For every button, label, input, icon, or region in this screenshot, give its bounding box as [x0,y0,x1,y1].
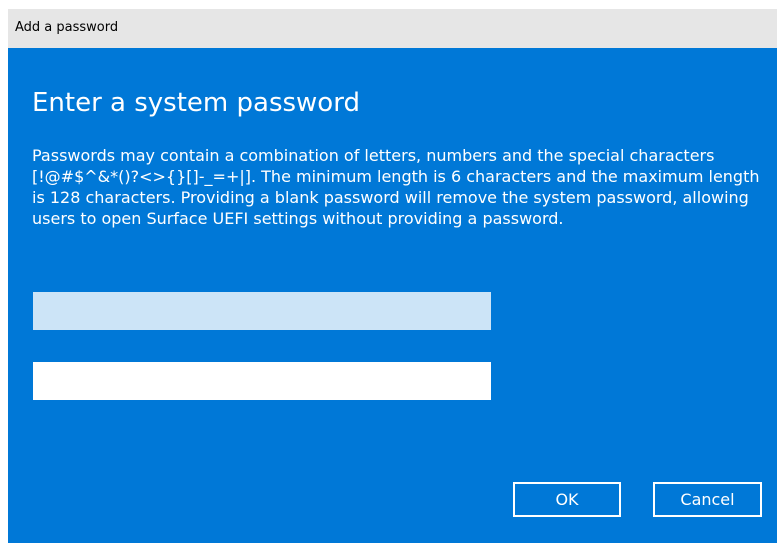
dialog-body: Enter a system password Passwords may co… [8,48,777,543]
window-title: Add a password [15,20,119,35]
title-bar[interactable]: Add a password [8,9,777,48]
dialog-heading: Enter a system password [32,88,360,118]
password-rules-text: Passwords may contain a combination of l… [32,146,760,228]
confirm-password-input[interactable] [33,362,491,400]
ok-button[interactable]: OK [513,482,621,517]
add-password-dialog: Add a password Enter a system password P… [8,9,777,543]
password-input[interactable] [33,292,491,330]
cancel-button[interactable]: Cancel [653,482,762,517]
